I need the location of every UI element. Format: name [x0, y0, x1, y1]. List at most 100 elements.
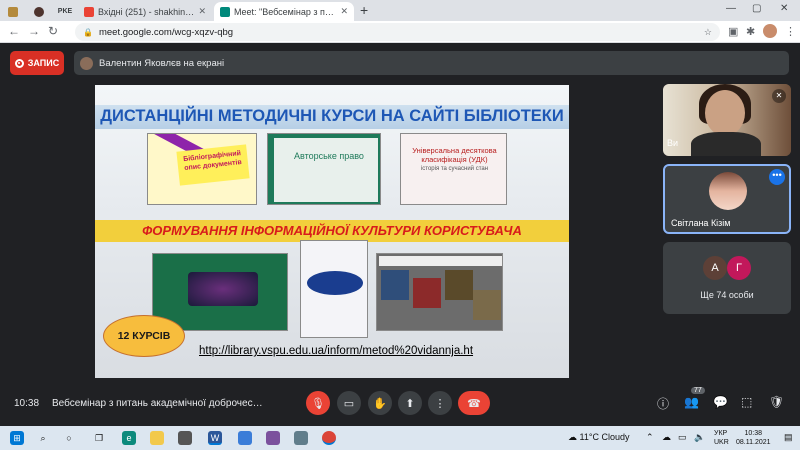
- recording-label: ЗАПИС: [27, 58, 60, 68]
- meeting-clock: 10:38: [14, 398, 40, 409]
- app-1-icon: [8, 6, 18, 17]
- close-window-icon[interactable]: ✕: [780, 3, 788, 14]
- video-person-body: [691, 132, 761, 156]
- thumb-udc-text: Універсальна десяткова класифікація (УДК…: [412, 146, 497, 164]
- cortana-icon[interactable]: ○: [62, 431, 76, 445]
- reload-icon[interactable]: ↻: [48, 24, 58, 38]
- tab-app-2[interactable]: [28, 2, 50, 21]
- file-explorer-icon[interactable]: [150, 431, 164, 445]
- onedrive-icon[interactable]: ☁: [662, 432, 671, 443]
- brochure-oval-graphic: [307, 271, 363, 295]
- presenter-banner: Валентин Яковлєв на екрані: [74, 51, 789, 75]
- courses-count-badge: 12 КУРСІВ: [103, 315, 185, 357]
- host-controls-icon[interactable]: 🛡: [769, 395, 784, 409]
- close-icon[interactable]: ✕: [194, 6, 206, 17]
- thumb-page: [274, 138, 378, 202]
- new-tab-button[interactable]: +: [360, 2, 368, 18]
- avatar-a: А: [703, 256, 727, 280]
- self-video-tile[interactable]: ✕ Ви: [663, 84, 791, 156]
- network-icon[interactable]: ▭: [678, 432, 687, 443]
- more-vert-icon: ⋮: [434, 397, 446, 410]
- system-clock[interactable]: 10:38 08.11.2021: [736, 429, 771, 447]
- keyboard-layout: UKR: [714, 439, 729, 446]
- start-icon[interactable]: ⊞: [10, 431, 24, 445]
- tab-meet[interactable]: Meet: "Вебсемінар з питань академічної" …: [214, 2, 354, 21]
- thumb-bibliography-text: Бібліографічний опис документів: [176, 144, 250, 186]
- thumb-copyright-text: Авторське право: [294, 151, 364, 161]
- menu-icon[interactable]: ⋮: [785, 25, 796, 38]
- chrome-icon[interactable]: [322, 431, 336, 445]
- volume-icon[interactable]: 🔈: [694, 432, 705, 443]
- weather-widget[interactable]: ☁ 11°C Cloudy: [568, 432, 629, 443]
- windows-taskbar: ⊞ ⌕ ○ ❐ e W ☁ 11°C Cloudy ⌃ ☁ ▭ 🔈 УКР UK…: [0, 426, 800, 450]
- puzzle-icon[interactable]: ✱: [746, 25, 755, 38]
- bookmark-star-icon[interactable]: ☆: [704, 27, 712, 38]
- mic-toggle-button[interactable]: 🎙: [306, 391, 330, 415]
- info-icon[interactable]: ⓘ: [657, 395, 669, 412]
- system-date: 08.11.2021: [736, 439, 771, 446]
- course-thumbnail-copyright: Авторське право: [267, 133, 381, 205]
- maximize-icon[interactable]: ▢: [752, 3, 761, 14]
- tab-pke[interactable]: PKE: [54, 2, 76, 21]
- more-options-icon[interactable]: •••: [769, 169, 785, 185]
- exhibition-header-strip: [379, 256, 502, 266]
- more-participants-tile[interactable]: А Г Ще 74 особи: [663, 242, 791, 314]
- search-icon[interactable]: ⌕: [36, 431, 50, 445]
- app-2-icon: [34, 6, 44, 17]
- exhibition-tile: [473, 290, 501, 320]
- minimize-icon[interactable]: —: [726, 3, 736, 14]
- more-participants-text: Ще 74 особи: [700, 290, 754, 300]
- course-thumbnail-book: [152, 253, 288, 331]
- slide-title: ДИСТАНЦІЙНІ МЕТОДИЧНІ КУРСИ НА САЙТІ БІБ…: [100, 107, 564, 125]
- tab-meet-label: Meet: "Вебсемінар з питань академічної": [234, 6, 336, 17]
- present-button[interactable]: ⬆: [398, 391, 422, 415]
- thumb-udc-subtext: історія та сучасний стан: [420, 166, 489, 172]
- browser-tab-strip: PKE Вхідні (251) - shakhina@vspu.edu.ua …: [0, 0, 800, 21]
- tab-gmail[interactable]: Вхідні (251) - shakhina@vspu.edu.ua ✕: [78, 2, 212, 21]
- store-icon[interactable]: [178, 431, 192, 445]
- back-icon[interactable]: ←: [8, 24, 20, 38]
- viber-icon[interactable]: [266, 431, 280, 445]
- photos-icon[interactable]: [238, 431, 252, 445]
- calculator-icon[interactable]: [294, 431, 308, 445]
- extension-icon[interactable]: ▣: [728, 25, 738, 38]
- camera-toggle-button[interactable]: ▭: [337, 391, 361, 415]
- book-graphic: [188, 272, 258, 306]
- chat-icon[interactable]: 💬: [713, 395, 728, 409]
- gmail-icon: [84, 6, 94, 17]
- avatar-g: Г: [727, 256, 751, 280]
- language-indicator[interactable]: УКР UKR: [714, 429, 729, 447]
- hand-icon: ✋: [373, 397, 387, 410]
- forward-icon[interactable]: →: [28, 24, 40, 38]
- notifications-icon[interactable]: ▤: [784, 432, 793, 443]
- edge-icon[interactable]: e: [122, 431, 136, 445]
- course-thumbnail-brochure: [300, 240, 368, 338]
- pke-label: PKE: [57, 8, 73, 15]
- word-icon[interactable]: W: [208, 431, 222, 445]
- shared-screen-slide: ДИСТАНЦІЙНІ МЕТОДИЧНІ КУРСИ НА САЙТІ БІБ…: [95, 85, 569, 378]
- browser-toolbar: ← → ↻ 🔒 meet.google.com/wcg-xqzv-qbg ☆ ▣…: [0, 21, 800, 43]
- participant-tile-speaker[interactable]: ••• Світлана Кізім: [663, 164, 791, 234]
- meet-icon: [220, 6, 230, 17]
- address-bar[interactable]: 🔒 meet.google.com/wcg-xqzv-qbg ☆: [75, 23, 720, 41]
- leave-call-button[interactable]: ☎: [458, 391, 490, 415]
- speaker-name: Світлана Кізім: [671, 218, 731, 228]
- close-icon[interactable]: ✕: [336, 6, 348, 17]
- raise-hand-button[interactable]: ✋: [368, 391, 392, 415]
- recording-button[interactable]: ЗАПИС: [10, 51, 64, 75]
- courses-count-label: 12 КУРСІВ: [117, 330, 171, 342]
- url-text: meet.google.com/wcg-xqzv-qbg: [98, 26, 234, 38]
- people-icon[interactable]: 👥: [684, 395, 699, 409]
- video-person-face: [705, 90, 745, 136]
- exhibition-tile: [413, 278, 441, 308]
- course-thumbnail-exhibitions: [376, 253, 503, 331]
- tab-app-1[interactable]: [2, 2, 24, 21]
- task-view-icon[interactable]: ❐: [92, 431, 106, 445]
- activities-icon[interactable]: ⬚: [741, 395, 752, 409]
- course-thumbnail-udc: Універсальна десяткова класифікація (УДК…: [400, 133, 507, 205]
- slide-link: http://library.vspu.edu.ua/inform/metod%…: [199, 345, 474, 357]
- tray-chevron-icon[interactable]: ⌃: [646, 432, 654, 443]
- slide-subtitle: ФОРМУВАННЯ ІНФОРМАЦІЙНОЇ КУЛЬТУРИ КОРИСТ…: [142, 223, 522, 238]
- more-options-button[interactable]: ⋮: [428, 391, 452, 415]
- profile-avatar[interactable]: [763, 24, 777, 38]
